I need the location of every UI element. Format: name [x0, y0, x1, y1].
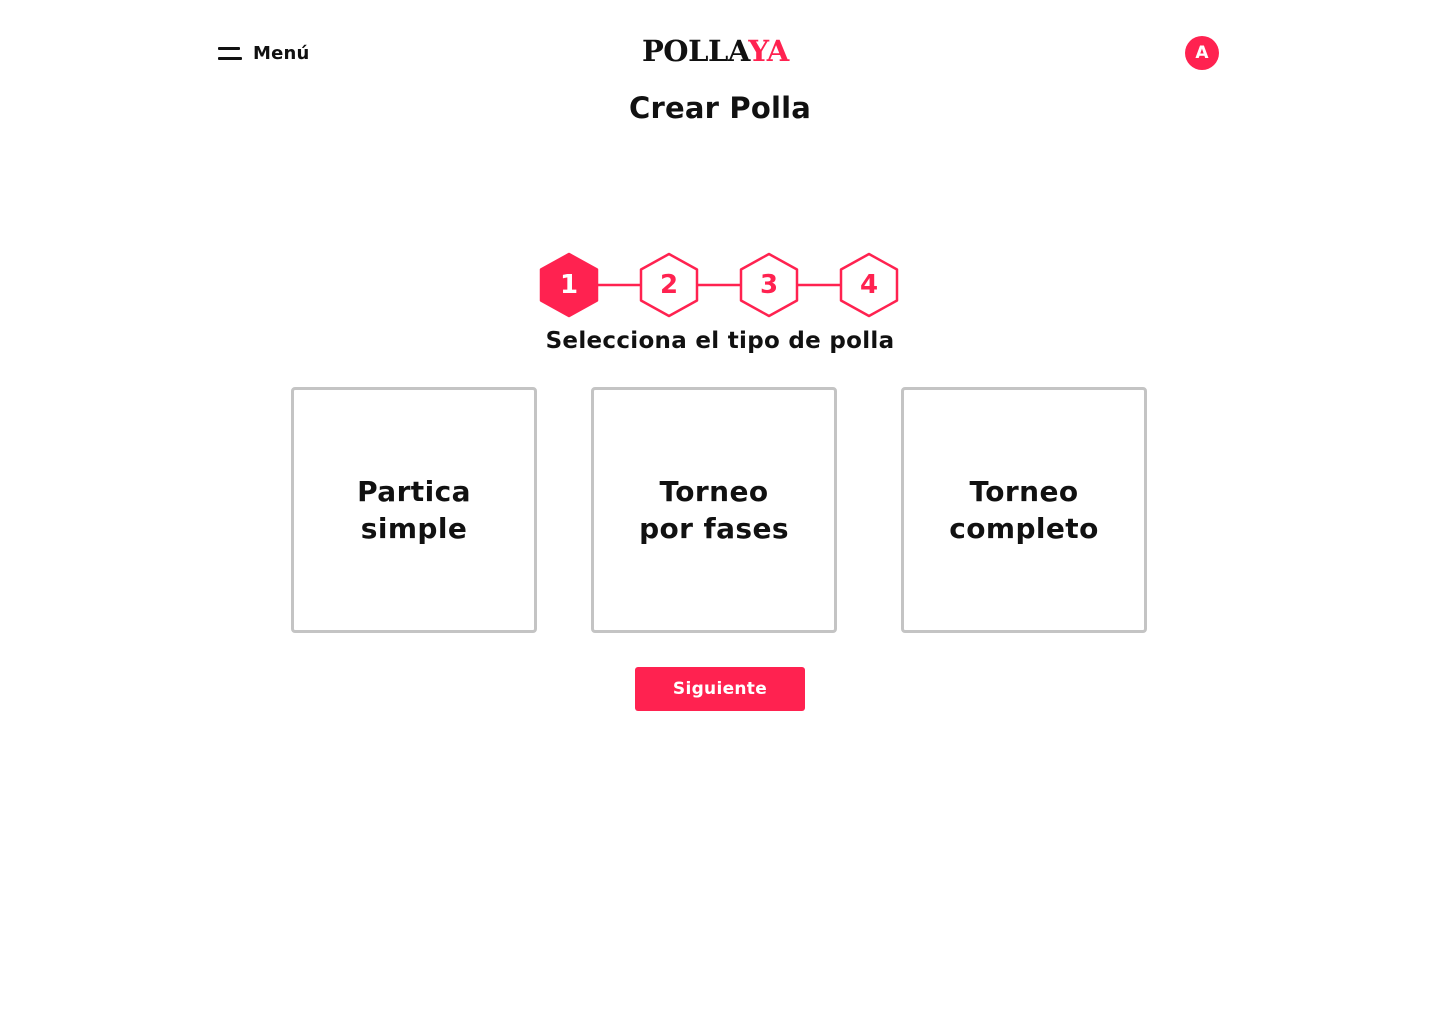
option-card-label-line: Partica — [357, 475, 471, 508]
menu-label: Menú — [253, 42, 310, 64]
logo-text-ya: YA — [748, 34, 789, 68]
option-card-label-line: Torneo — [969, 475, 1079, 508]
option-card-label-line: completo — [949, 512, 1099, 545]
option-card-torneo-por-fases[interactable]: Torneo por fases — [591, 387, 837, 633]
menu-button[interactable]: Menú — [218, 40, 310, 66]
logo-text-polla: POLLA — [642, 34, 749, 68]
option-card-partica-simple[interactable]: Partica simple — [291, 387, 537, 633]
step-indicator: 1 2 3 4 — [539, 252, 900, 320]
step-subtitle: Selecciona el tipo de polla — [545, 328, 895, 354]
option-card-label: Torneo completo — [949, 473, 1098, 547]
step-1-number: 1 — [559, 270, 579, 300]
option-card-label-line: Torneo — [659, 475, 769, 508]
option-card-label: Torneo por fases — [639, 473, 789, 547]
next-button[interactable]: Siguiente — [635, 667, 805, 711]
hamburger-icon — [218, 45, 242, 61]
option-card-label-line: por fases — [639, 512, 789, 545]
step-4-number: 4 — [859, 270, 879, 300]
create-polla-page: Menú POLLAYA A Crear Polla 1 2 3 4 Selec… — [0, 0, 1440, 1024]
user-avatar[interactable]: A — [1185, 36, 1219, 70]
page-title: Crear Polla — [628, 91, 812, 125]
pollaya-logo[interactable]: POLLAYA — [642, 33, 802, 69]
step-3-number: 3 — [759, 270, 779, 300]
option-card-torneo-completo[interactable]: Torneo completo — [901, 387, 1147, 633]
option-card-label-line: simple — [360, 512, 468, 545]
option-card-label: Partica simple — [357, 473, 471, 547]
step-2-number: 2 — [659, 270, 679, 300]
